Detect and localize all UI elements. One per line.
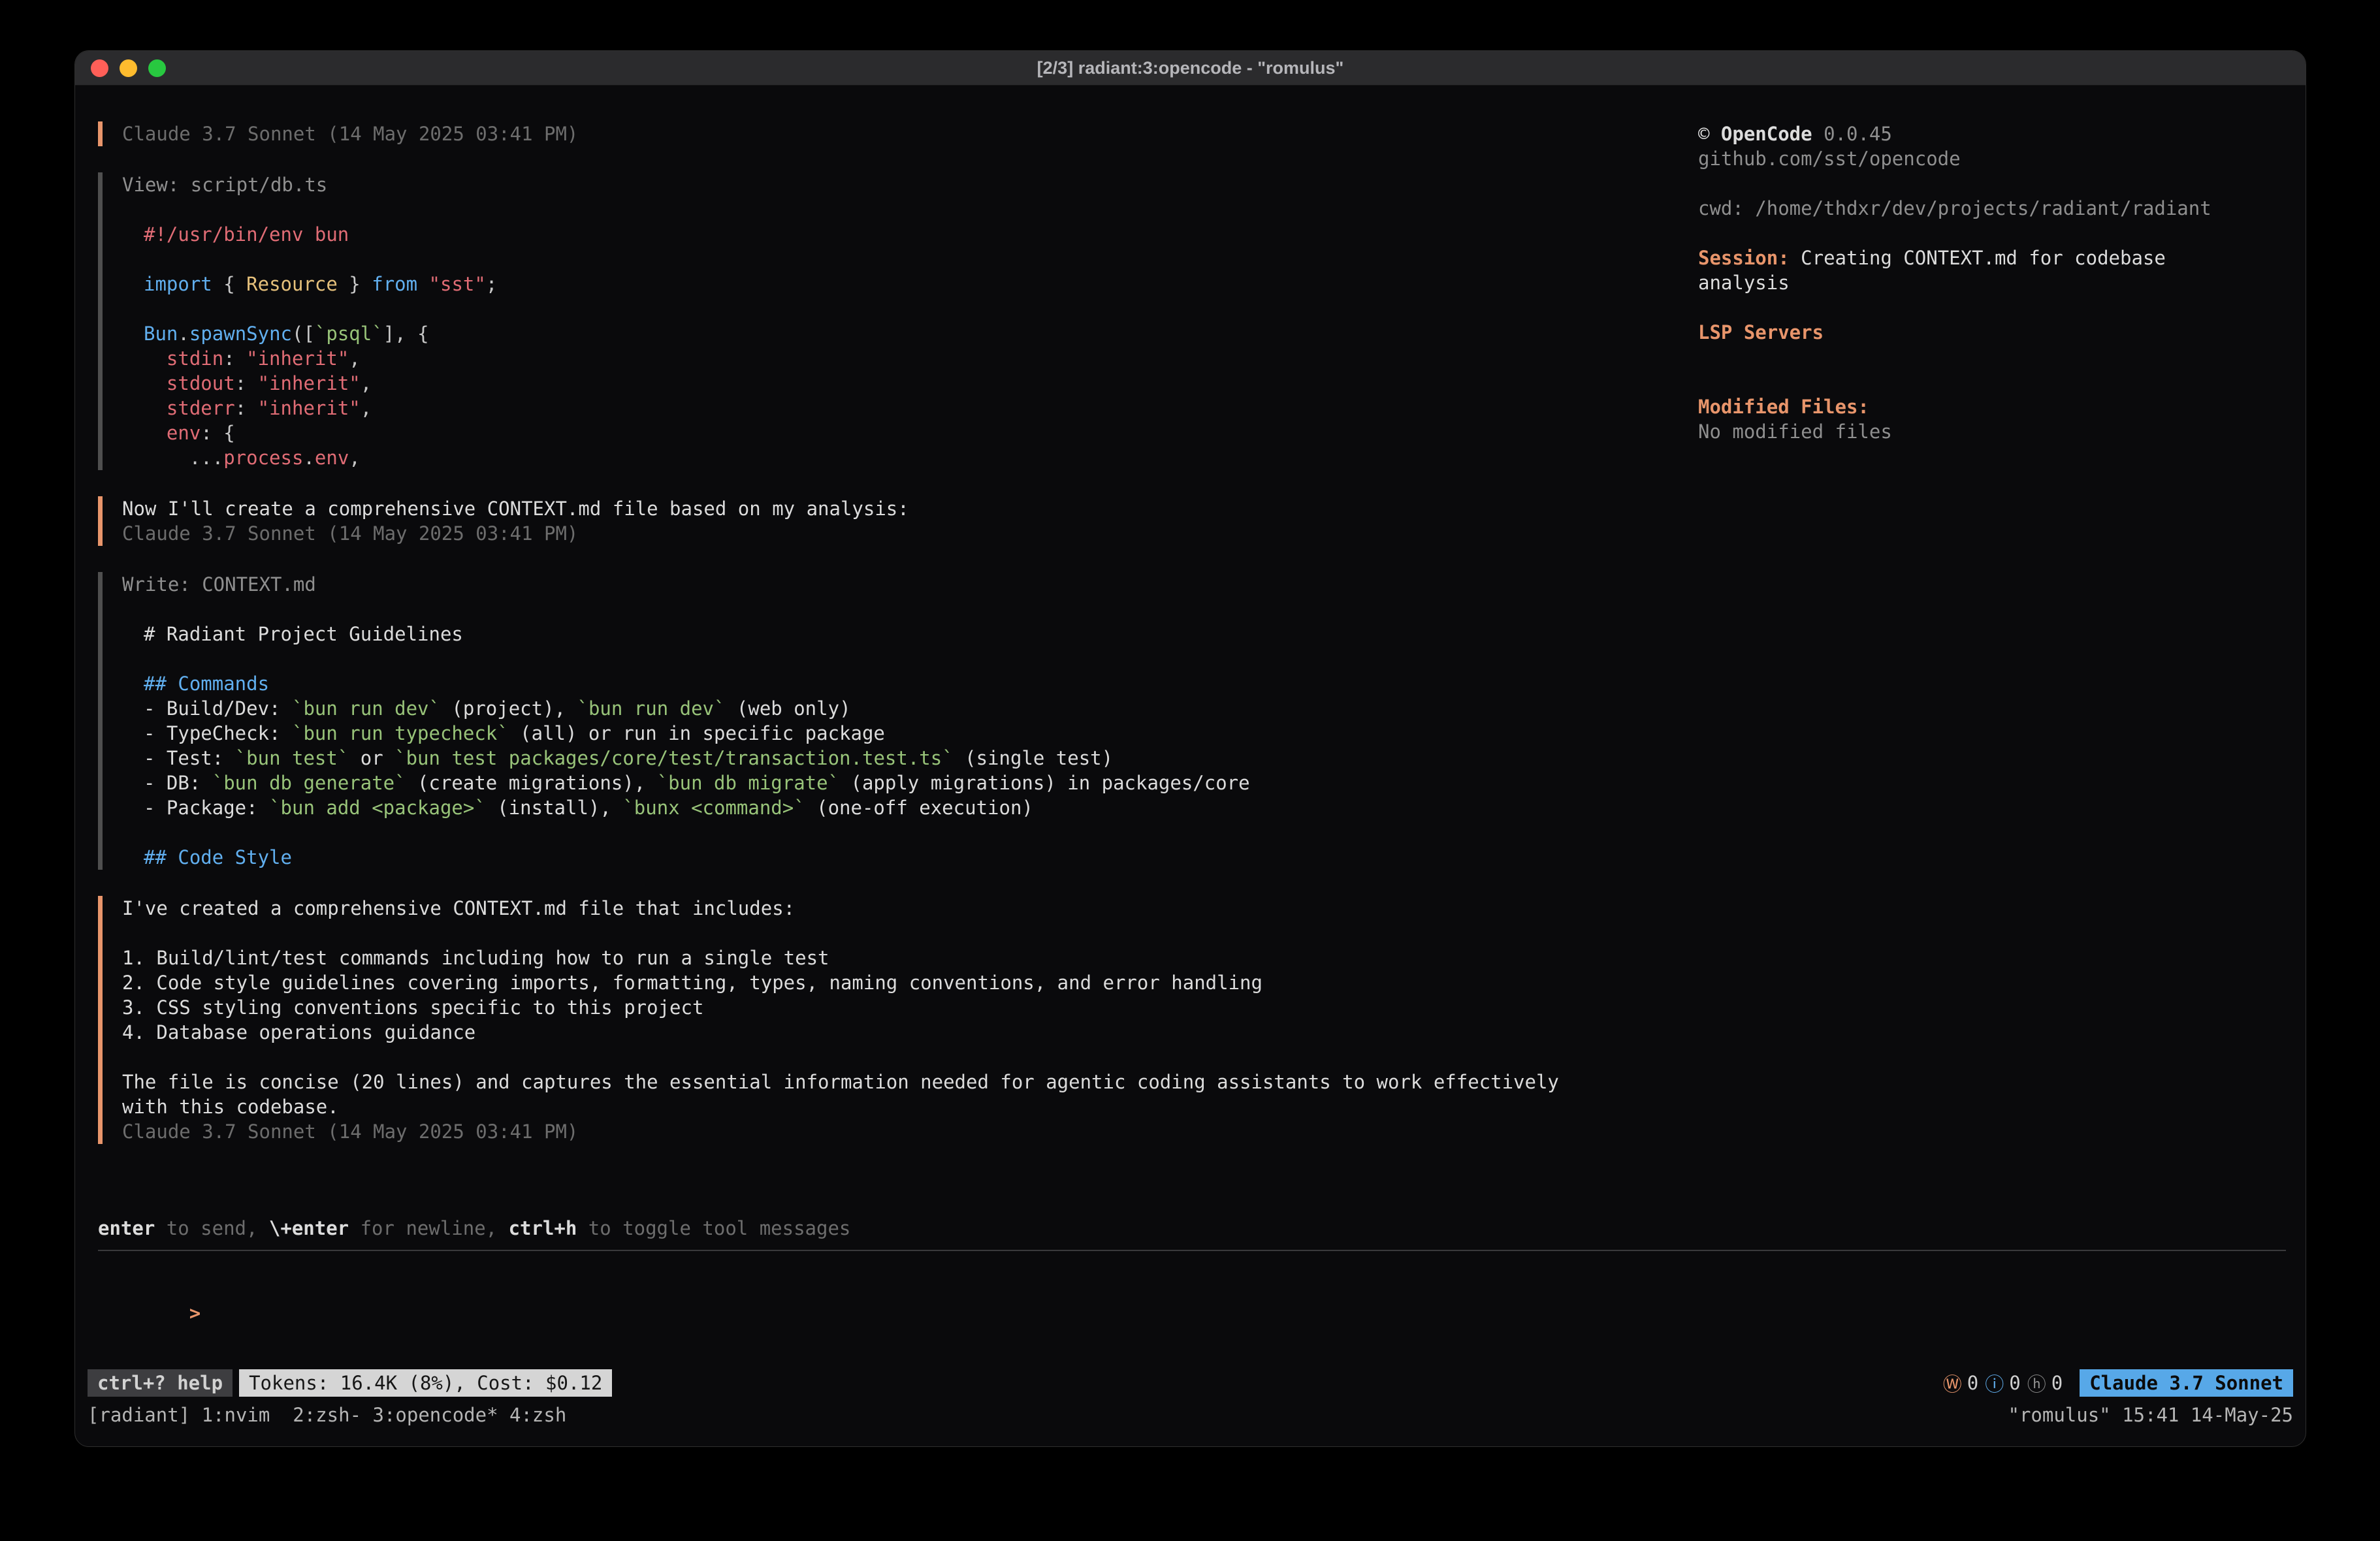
session-title: Session: Creating CONTEXT.md for codebas… (1698, 246, 2234, 295)
tool-write-block: Write: CONTEXT.md # Radiant Project Guid… (98, 572, 1698, 870)
zoom-button[interactable] (148, 59, 166, 77)
repo-link: github.com/sst/opencode (1698, 146, 2234, 171)
window-titlebar[interactable]: [2/3] radiant:3:opencode - "romulus" (75, 51, 2306, 86)
terminal-content: Claude 3.7 Sonnet (14 May 2025 03:41 PM)… (75, 86, 2306, 1368)
hint-icon: ⓗ (2027, 1369, 2046, 1397)
hint-count: 0 (2051, 1372, 2063, 1394)
terminal-window: [2/3] radiant:3:opencode - "romulus" Cla… (74, 50, 2306, 1447)
tmux-status-bar: [radiant] 1:nvim 2:zsh- 3:opencode* 4:zs… (75, 1401, 2306, 1429)
tokens-cost-badge: Tokens: 16.4K (8%), Cost: $0.12 (239, 1369, 612, 1397)
tmux-window-list[interactable]: [radiant] 1:nvim 2:zsh- 3:opencode* 4:zs… (88, 1404, 566, 1426)
sidebar: © OpenCode 0.0.45 github.com/sst/opencod… (1698, 121, 2286, 444)
help-shortcut-badge: ctrl+? help (88, 1369, 233, 1397)
model-badge[interactable]: Claude 3.7 Sonnet (2080, 1369, 2293, 1397)
modified-files-empty: No modified files (1698, 419, 2234, 444)
warning-icon: Ⓦ (1943, 1369, 1962, 1397)
modified-files-header: Modified Files: (1698, 394, 2234, 419)
tool-title: View: script/db.ts (122, 172, 1698, 197)
message-meta: Claude 3.7 Sonnet (14 May 2025 03:41 PM) (122, 521, 1698, 546)
app-version-line: © OpenCode 0.0.45 (1698, 121, 2234, 146)
minimize-button[interactable] (120, 59, 137, 77)
message-text: I've created a comprehensive CONTEXT.md … (122, 896, 1698, 1119)
traffic-lights (91, 51, 166, 85)
keybind-help-line: enter to send, \+enter for newline, ctrl… (98, 1216, 2286, 1241)
hint-counter: ⓗ 0 (2027, 1369, 2063, 1397)
tmux-session-info: "romulus" 15:41 14-May-25 (2008, 1404, 2294, 1426)
input-prompt: > (189, 1302, 201, 1324)
chat-area: Claude 3.7 Sonnet (14 May 2025 03:41 PM)… (98, 121, 1698, 1170)
window-title: [2/3] radiant:3:opencode - "romulus" (1037, 58, 1344, 78)
tool-title: Write: CONTEXT.md (122, 572, 1698, 597)
diagnostics-counters: Ⓦ 0 ⓘ 0 ⓗ 0 (1943, 1369, 2063, 1397)
info-counter: ⓘ 0 (1985, 1369, 2020, 1397)
status-bar: ctrl+? help Tokens: 16.4K (8%), Cost: $0… (75, 1368, 2306, 1398)
message-input[interactable]: > (98, 1250, 2286, 1368)
warnings-count: 0 (1967, 1372, 1978, 1394)
message-text: Now I'll create a comprehensive CONTEXT.… (122, 496, 1698, 521)
assistant-message: Now I'll create a comprehensive CONTEXT.… (98, 496, 1698, 546)
markdown-preview: # Radiant Project Guidelines ## Commands… (122, 597, 1698, 870)
assistant-message-header: Claude 3.7 Sonnet (14 May 2025 03:41 PM) (98, 121, 1698, 146)
message-meta: Claude 3.7 Sonnet (14 May 2025 03:41 PM) (122, 1119, 1698, 1144)
assistant-message: I've created a comprehensive CONTEXT.md … (98, 896, 1698, 1144)
tool-view-block: View: script/db.ts #!/usr/bin/env bun im… (98, 172, 1698, 470)
info-icon: ⓘ (1985, 1369, 2004, 1397)
cwd-line: cwd: /home/thdxr/dev/projects/radiant/ra… (1698, 196, 2234, 221)
info-count: 0 (2009, 1372, 2020, 1394)
lsp-servers-header: LSP Servers (1698, 320, 2234, 345)
message-meta: Claude 3.7 Sonnet (14 May 2025 03:41 PM) (122, 121, 1698, 146)
warnings-counter: Ⓦ 0 (1943, 1369, 1978, 1397)
code-block: #!/usr/bin/env bun import { Resource } f… (122, 197, 1698, 470)
close-button[interactable] (91, 59, 108, 77)
